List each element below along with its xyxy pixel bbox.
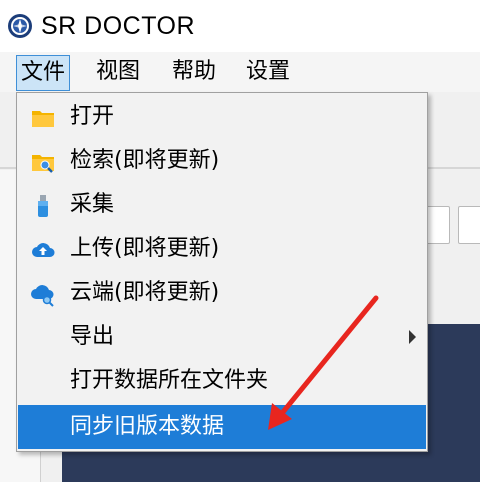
menu-item-label: 打开数据所在文件夹 bbox=[70, 368, 269, 393]
menu-item-label: 打开 bbox=[70, 104, 115, 129]
menu-item-open-data-folder[interactable]: 打开数据所在文件夹 bbox=[18, 359, 426, 403]
menu-item-search[interactable]: 检索(即将更新) bbox=[18, 139, 426, 183]
toolbar-button-grid[interactable] bbox=[458, 206, 480, 244]
app-title: SR DOCTOR bbox=[41, 12, 196, 40]
menu-item-label: 同步旧版本数据 bbox=[70, 414, 225, 439]
menu-item-open[interactable]: 打开 bbox=[18, 95, 426, 139]
file-menu-dropdown: 打开 检索(即将更新) 采集 上传(即将更新) 云端(即将更新) 导出 打开数据… bbox=[16, 92, 428, 452]
folder-search-icon bbox=[32, 155, 54, 173]
title-bar: SR DOCTOR bbox=[0, 0, 480, 52]
menu-item-upload[interactable]: 上传(即将更新) bbox=[18, 227, 426, 271]
menu-view[interactable]: 视图 bbox=[92, 56, 144, 88]
menu-item-label: 上传(即将更新) bbox=[70, 236, 220, 261]
menu-help[interactable]: 帮助 bbox=[168, 56, 220, 88]
menu-item-cloud[interactable]: 云端(即将更新) bbox=[18, 271, 426, 315]
menu-item-export[interactable]: 导出 bbox=[18, 315, 426, 359]
folder-icon bbox=[32, 111, 54, 127]
cloud-upload-icon bbox=[32, 243, 55, 257]
cloud-search-icon bbox=[31, 285, 54, 307]
menu-item-label: 云端(即将更新) bbox=[70, 280, 220, 305]
menu-settings[interactable]: 设置 bbox=[242, 56, 294, 88]
usb-drive-icon bbox=[38, 195, 48, 217]
chevron-right-icon bbox=[409, 330, 416, 344]
menu-item-sync-old-data[interactable]: 同步旧版本数据 bbox=[18, 405, 426, 449]
menu-item-label: 采集 bbox=[70, 192, 115, 217]
menu-item-collect[interactable]: 采集 bbox=[18, 183, 426, 227]
menu-item-label: 检索(即将更新) bbox=[70, 148, 220, 173]
menu-bar: 文件 视图 帮助 设置 bbox=[0, 52, 480, 92]
steering-wheel-logo-icon bbox=[8, 14, 32, 38]
menu-item-label: 导出 bbox=[70, 324, 115, 349]
menu-file[interactable]: 文件 bbox=[16, 55, 71, 91]
